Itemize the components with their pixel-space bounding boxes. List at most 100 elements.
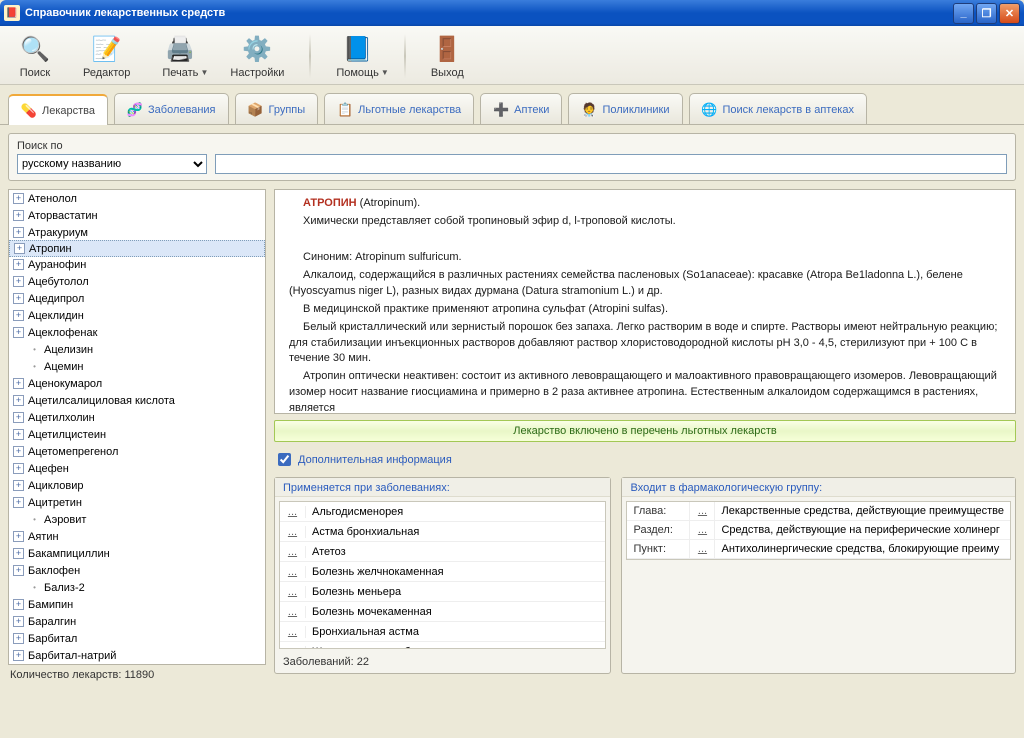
expand-icon[interactable]: + — [13, 395, 24, 406]
tree-node[interactable]: +Ацебутолол — [9, 273, 265, 290]
more-link[interactable]: ... — [689, 521, 715, 539]
tree-node[interactable]: +Ауранофин — [9, 256, 265, 273]
settings-button[interactable]: ⚙️Настройки — [219, 30, 295, 82]
tree-node[interactable]: +Ацитретин — [9, 494, 265, 511]
expand-icon[interactable]: + — [13, 227, 24, 238]
more-link[interactable]: ... — [280, 566, 306, 578]
more-link[interactable]: ... — [280, 646, 306, 650]
tab-groups[interactable]: 📦Группы — [235, 93, 319, 124]
expand-icon[interactable]: + — [14, 243, 25, 254]
tree-node[interactable]: +Аятин — [9, 528, 265, 545]
tree-node[interactable]: +Барбитал-натрий — [9, 647, 265, 664]
additional-info-checkbox[interactable] — [278, 453, 291, 466]
tree-node[interactable]: + Ацикловир — [9, 477, 265, 494]
disease-row[interactable]: ...Альгодисменорея — [280, 502, 605, 522]
tree-node[interactable]: +Бамипин — [9, 596, 265, 613]
tree-node[interactable]: •Ацемин — [9, 358, 265, 375]
expand-icon[interactable]: + — [13, 210, 24, 221]
disease-row[interactable]: ...Бронхиальная астма — [280, 622, 605, 642]
tree-node[interactable]: +Атропин — [9, 240, 265, 257]
minimize-button[interactable]: _ — [953, 3, 974, 24]
maximize-button[interactable]: ❐ — [976, 3, 997, 24]
leaf-icon: • — [29, 514, 40, 525]
expand-icon[interactable]: + — [13, 293, 24, 304]
search-button[interactable]: 🔍Поиск — [8, 30, 62, 82]
tree-node[interactable]: •Ацелизин — [9, 341, 265, 358]
more-link[interactable]: ... — [280, 506, 306, 518]
tree-node[interactable]: +Ацедипрол — [9, 290, 265, 307]
expand-icon[interactable]: + — [13, 531, 24, 542]
expand-icon[interactable]: + — [13, 497, 24, 508]
exit-button[interactable]: 🚪Выход — [420, 30, 475, 82]
expand-icon[interactable]: + — [13, 565, 24, 576]
tree-node-label: Ацикловир — [28, 480, 83, 492]
tree-node[interactable]: •Аэровит — [9, 511, 265, 528]
tree-node[interactable]: +Бакампициллин — [9, 545, 265, 562]
disease-row[interactable]: ...Атетоз — [280, 542, 605, 562]
tree-node[interactable]: +Ацетомепрегенол — [9, 443, 265, 460]
tree-node[interactable]: +Атракуриум — [9, 224, 265, 241]
more-link[interactable]: ... — [280, 586, 306, 598]
more-link[interactable]: ... — [689, 540, 715, 558]
tree-node[interactable]: +Ацетилцистеин — [9, 426, 265, 443]
search-input[interactable] — [215, 154, 1007, 174]
expand-icon[interactable]: + — [13, 429, 24, 440]
expand-icon[interactable]: + — [13, 548, 24, 559]
disease-row[interactable]: ...Астма бронхиальная — [280, 522, 605, 542]
help-button[interactable]: 📘Помощь▼ — [325, 30, 390, 82]
additional-info-toggle[interactable]: Дополнительная информация — [274, 448, 1016, 471]
more-link[interactable]: ... — [280, 546, 306, 558]
tree-node[interactable]: •Бализ-2 — [9, 579, 265, 596]
expand-icon[interactable]: + — [13, 310, 24, 321]
expand-icon[interactable]: + — [13, 616, 24, 627]
tree-node[interactable]: +Ацеклофенак — [9, 324, 265, 341]
detail-text[interactable]: АТРОПИН (Atropinum). Химически представл… — [274, 189, 1016, 414]
expand-icon[interactable]: + — [13, 259, 24, 270]
tab-clinics[interactable]: 🧑‍⚕️Поликлиники — [568, 93, 682, 124]
editor-button[interactable]: 📝Редактор — [72, 30, 141, 82]
tree-node-label: Атенолол — [28, 193, 77, 205]
disease-name: Атетоз — [306, 546, 346, 558]
disease-row[interactable]: ...Желчнокаменная болезнь — [280, 642, 605, 649]
diseases-list[interactable]: ...Альгодисменорея...Астма бронхиальная.… — [279, 501, 606, 649]
expand-icon[interactable]: + — [13, 276, 24, 287]
tree-node[interactable]: +Ацеклидин — [9, 307, 265, 324]
expand-icon[interactable]: + — [13, 650, 24, 661]
more-link[interactable]: ... — [280, 606, 306, 618]
group-key: Раздел: — [627, 521, 689, 539]
expand-icon[interactable]: + — [13, 463, 24, 474]
tree-node[interactable]: +Баралгин — [9, 613, 265, 630]
expand-icon[interactable]: + — [13, 412, 24, 423]
tree-node[interactable]: +Ацефен — [9, 460, 265, 477]
expand-icon[interactable]: + — [13, 193, 24, 204]
drug-tree[interactable]: + Атенолол +Аторвастатин+Атракуриум+Атропи… — [8, 189, 266, 665]
expand-icon[interactable]: + — [13, 599, 24, 610]
tree-node[interactable]: + Атенолол — [9, 190, 265, 207]
print-button[interactable]: 🖨️Печать▼ — [151, 30, 209, 82]
more-link[interactable]: ... — [280, 526, 306, 538]
tree-node[interactable]: +Аценокумарол — [9, 375, 265, 392]
expand-icon[interactable]: + — [13, 633, 24, 644]
close-button[interactable]: ✕ — [999, 3, 1020, 24]
tree-node[interactable]: +Аторвастатин — [9, 207, 265, 224]
disease-row[interactable]: ...Болезнь меньера — [280, 582, 605, 602]
more-link[interactable]: ... — [689, 502, 715, 520]
diseases-panel-title: Применяется при заболеваниях: — [275, 478, 610, 497]
tree-node[interactable]: +Ацетилсалициловая кислота — [9, 392, 265, 409]
tab-search-pharm[interactable]: 🌐Поиск лекарств в аптеках — [689, 93, 867, 124]
tree-node[interactable]: +Баклофен — [9, 562, 265, 579]
more-link[interactable]: ... — [280, 626, 306, 638]
expand-icon[interactable]: + — [13, 378, 24, 389]
disease-row[interactable]: ...Болезнь желчнокаменная — [280, 562, 605, 582]
expand-icon[interactable]: + — [13, 480, 24, 491]
expand-icon[interactable]: + — [13, 446, 24, 457]
tab-diseases[interactable]: 🧬Заболевания — [114, 93, 229, 124]
tab-pharmacies[interactable]: ➕Аптеки — [480, 93, 562, 124]
search-mode-select[interactable]: русскому названию — [17, 154, 207, 174]
tree-node[interactable]: +Ацетилхолин — [9, 409, 265, 426]
tree-node[interactable]: +Барбитал — [9, 630, 265, 647]
tab-drugs[interactable]: 💊Лекарства — [8, 94, 108, 125]
expand-icon[interactable]: + — [13, 327, 24, 338]
tab-benefit[interactable]: 📋Льготные лекарства — [324, 93, 474, 124]
disease-row[interactable]: ...Болезнь мочекаменная — [280, 602, 605, 622]
